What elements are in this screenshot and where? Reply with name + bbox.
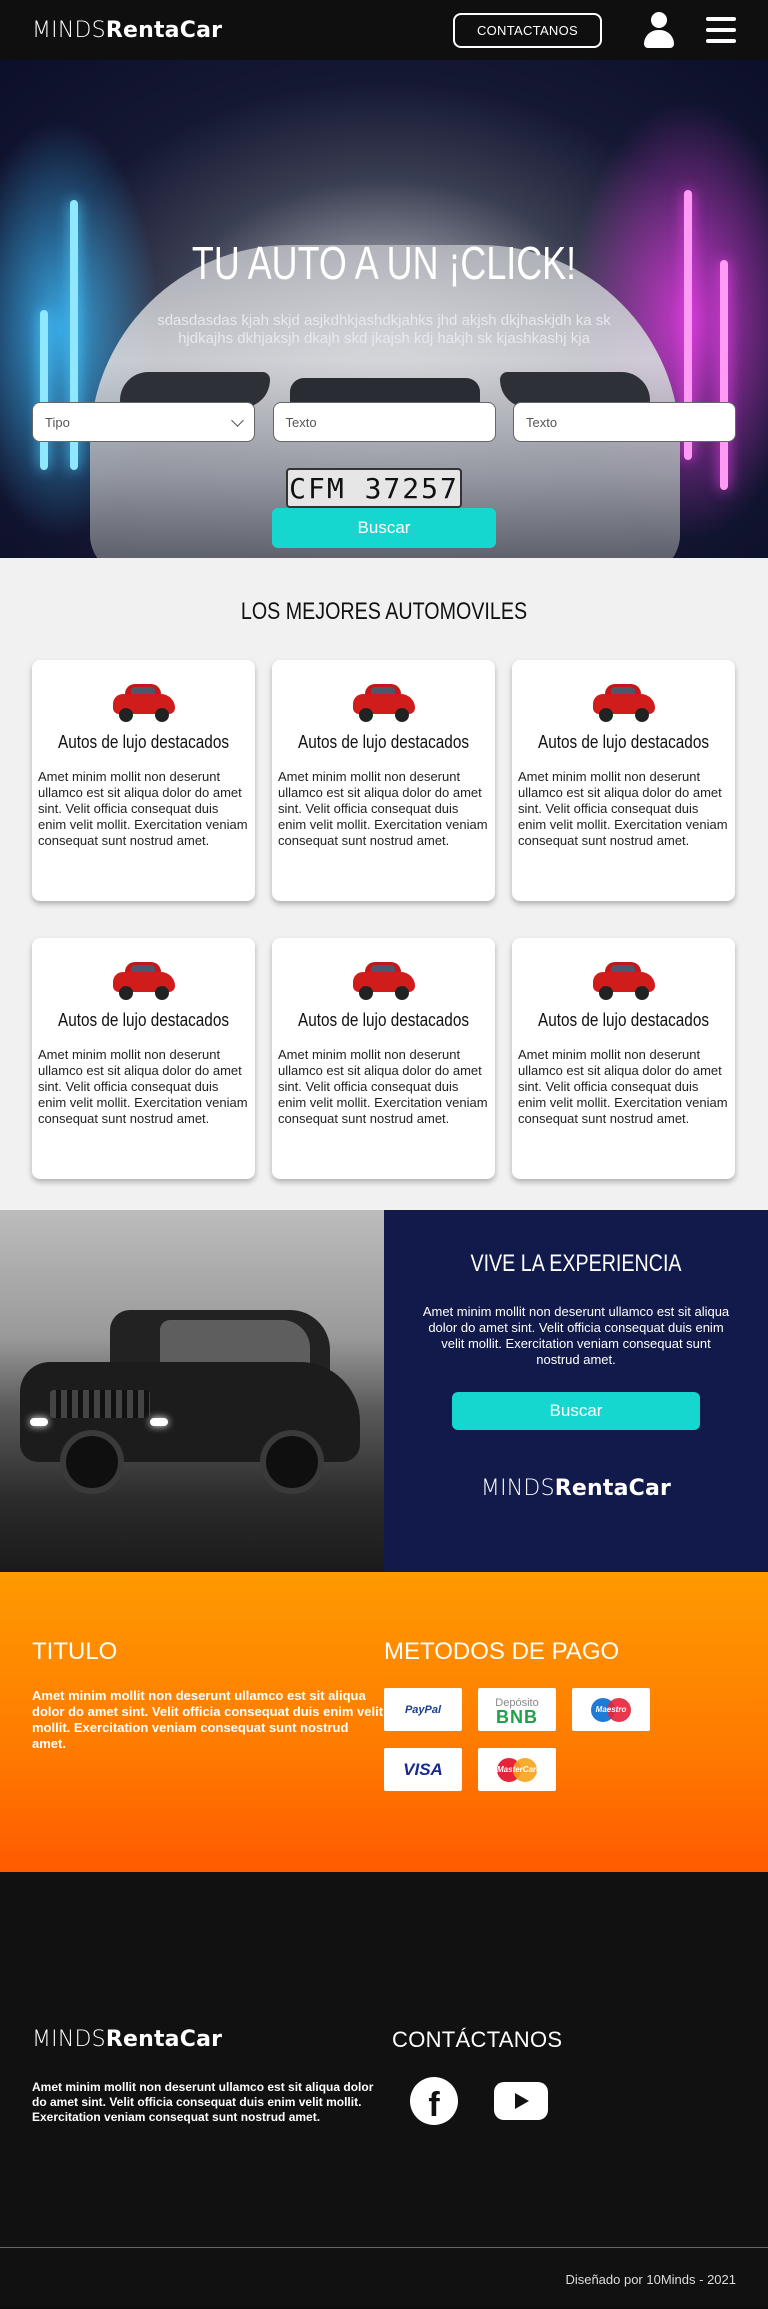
hero-title: TU AUTO A UN ¡CLICK!: [191, 237, 577, 289]
car-card[interactable]: Autos de lujo destacados Amet minim moll…: [512, 660, 735, 901]
experience-section: VIVE LA EXPERIENCIA Amet minim mollit no…: [0, 1210, 768, 1572]
car-card[interactable]: Autos de lujo destacados Amet minim moll…: [272, 660, 495, 901]
payment-methods: PayPal Depósito BNB Maestro VISA MasterCa…: [384, 1688, 736, 1791]
hero-subtitle: sdasdasdas kjah skjd asjkdhkjashdkjahks …: [157, 312, 611, 347]
footer-logo[interactable]: MINDSRentaCar: [32, 2027, 382, 2052]
logo-bold: RentaCar: [105, 2027, 223, 2052]
car-card[interactable]: Autos de lujo destacados Amet minim moll…: [32, 660, 255, 901]
facebook-icon[interactable]: f: [410, 2077, 458, 2125]
youtube-icon[interactable]: [494, 2082, 548, 2120]
footer-credit: Diseñado por 10Minds - 2021: [565, 2272, 736, 2287]
social-links: f: [392, 2077, 736, 2125]
info-title: TITULO: [32, 1638, 118, 1665]
logo-bold: RentaCar: [554, 1476, 672, 1501]
footer-text: Amet minim mollit non deserunt ullamco e…: [32, 2080, 374, 2124]
hamburger-menu-icon[interactable]: [706, 17, 736, 43]
card-title: Autos de lujo destacados: [58, 1010, 229, 1030]
jeep-image: [20, 1310, 360, 1494]
text-input-2[interactable]: Texto: [513, 402, 736, 442]
best-cars-section: LOS MEJORES AUTOMOVILES Autos de lujo de…: [0, 558, 768, 1210]
search-form: Tipo Texto Texto: [32, 402, 736, 442]
header-actions: CONTACTANOS: [452, 12, 736, 48]
visa-logo: VISA: [384, 1748, 462, 1791]
section-title: LOS MEJORES AUTOMOVILES: [240, 598, 528, 625]
card-text: Amet minim mollit non deserunt ullamco e…: [278, 769, 488, 848]
search-button[interactable]: Buscar: [272, 508, 496, 548]
card-title: Autos de lujo destacados: [538, 732, 709, 752]
cards-grid: Autos de lujo destacados Amet minim moll…: [32, 660, 736, 1179]
logo-light: MINDS: [32, 17, 106, 43]
text-input-1[interactable]: Texto: [272, 402, 496, 442]
card-text: Amet minim mollit non deserunt ullamco e…: [518, 769, 728, 848]
contact-title: CONTÁCTANOS: [392, 2027, 563, 2052]
car-card[interactable]: Autos de lujo destacados Amet minim moll…: [272, 938, 495, 1179]
info-text: Amet minim mollit non deserunt ullamco e…: [32, 1688, 384, 1751]
card-text: Amet minim mollit non deserunt ullamco e…: [38, 769, 248, 848]
red-car-icon: [591, 682, 657, 722]
payments-title: METODOS DE PAGO: [384, 1638, 620, 1665]
car-plate: CFM 37257: [286, 468, 462, 508]
footer-about: MINDSRentaCar Amet minim mollit non dese…: [32, 2027, 382, 2125]
info-column: TITULO Amet minim mollit non deserunt ul…: [32, 1638, 384, 1872]
site-header: MINDSRentaCar CONTACTANOS: [0, 0, 768, 60]
card-text: Amet minim mollit non deserunt ullamco e…: [518, 1047, 728, 1126]
neon-bar: [40, 310, 48, 470]
red-car-icon: [111, 682, 177, 722]
card-text: Amet minim mollit non deserunt ullamco e…: [38, 1047, 248, 1126]
card-title: Autos de lujo destacados: [298, 732, 469, 752]
type-select-value: Tipo: [45, 414, 70, 430]
car-card[interactable]: Autos de lujo destacados Amet minim moll…: [32, 938, 255, 1179]
red-car-icon: [351, 960, 417, 1000]
maestro-label: Maestro: [595, 1704, 627, 1714]
experience-panel: VIVE LA EXPERIENCIA Amet minim mollit no…: [384, 1210, 768, 1572]
card-text: Amet minim mollit non deserunt ullamco e…: [278, 1047, 488, 1126]
footer-contact: CONTÁCTANOS f: [392, 2027, 736, 2125]
mastercard-label: MasterCard: [497, 1764, 542, 1774]
bnb-deposit-logo: Depósito BNB: [478, 1688, 556, 1731]
payments-column: METODOS DE PAGO PayPal Depósito BNB Maest…: [384, 1638, 736, 1872]
logo-light: MINDS: [32, 2027, 106, 2052]
contact-button[interactable]: CONTACTANOS: [452, 12, 602, 48]
neon-bar: [720, 260, 728, 490]
text-input-1-placeholder: Texto: [285, 414, 317, 430]
type-select[interactable]: Tipo: [32, 402, 255, 442]
hero-section: CFM 37257 TU AUTO A UN ¡CLICK! sdasdasda…: [0, 60, 768, 558]
site-footer: MINDSRentaCar Amet minim mollit non dese…: [0, 1872, 768, 2307]
maestro-logo: Maestro: [572, 1688, 650, 1731]
info-section: TITULO Amet minim mollit non deserunt ul…: [0, 1572, 768, 1872]
chevron-down-icon: [231, 414, 244, 427]
logo-bold: RentaCar: [105, 17, 223, 43]
footer-divider: [0, 2247, 768, 2248]
paypal-logo: PayPal: [384, 1688, 462, 1731]
logo-light: MINDS: [480, 1476, 555, 1501]
red-car-icon: [591, 960, 657, 1000]
card-title: Autos de lujo destacados: [298, 1010, 469, 1030]
text-input-2-placeholder: Texto: [526, 414, 558, 430]
experience-logo[interactable]: MINDSRentaCar: [384, 1476, 768, 1501]
experience-text: Amet minim mollit non deserunt ullamco e…: [422, 1304, 730, 1367]
experience-search-button[interactable]: Buscar: [452, 1392, 700, 1430]
red-car-icon: [111, 960, 177, 1000]
bnb-label: BNB: [496, 1706, 538, 1727]
user-icon[interactable]: [642, 12, 676, 48]
jeep-photo: [0, 1210, 384, 1572]
card-title: Autos de lujo destacados: [538, 1010, 709, 1030]
experience-title: VIVE LA EXPERIENCIA: [470, 1250, 682, 1277]
card-title: Autos de lujo destacados: [58, 732, 229, 752]
mastercard-logo: MasterCard: [478, 1748, 556, 1791]
red-car-icon: [351, 682, 417, 722]
car-card[interactable]: Autos de lujo destacados Amet minim moll…: [512, 938, 735, 1179]
brand-logo[interactable]: MINDSRentaCar: [32, 18, 222, 43]
